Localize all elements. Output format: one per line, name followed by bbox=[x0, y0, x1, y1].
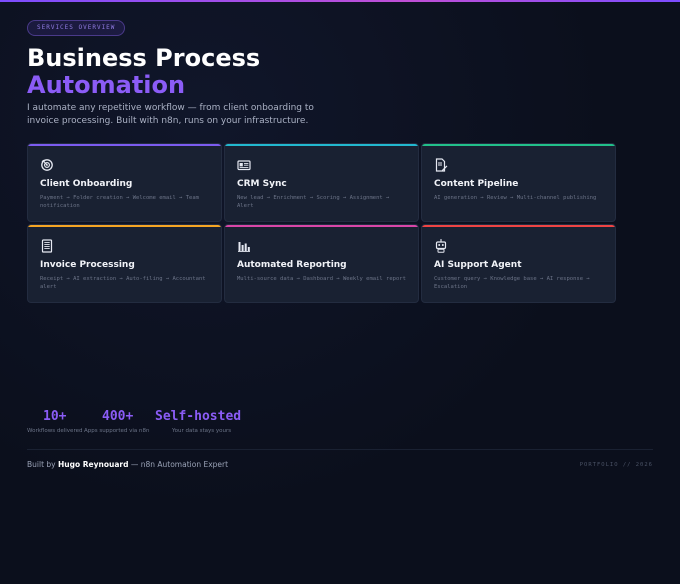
service-card-ai-support-agent[interactable]: AI Support Agent Customer query → Knowle… bbox=[421, 224, 616, 303]
service-desc: AI generation → Review → Multi-channel p… bbox=[434, 195, 597, 201]
service-card-automated-reporting[interactable]: Automated Reporting Multi-source data → … bbox=[224, 224, 419, 303]
footer-suffix: — n8n Automation Expert bbox=[130, 460, 229, 469]
robot-icon bbox=[434, 239, 448, 253]
receipt-icon bbox=[40, 239, 54, 253]
stat-value-workflows: 10+ bbox=[43, 409, 67, 424]
section-badge: SERVICES OVERVIEW bbox=[27, 20, 126, 36]
service-name: AI Support Agent bbox=[434, 260, 522, 270]
service-name: Automated Reporting bbox=[237, 260, 347, 270]
stat-value-apps: 400+ bbox=[102, 409, 134, 424]
service-card-crm-sync[interactable]: CRM Sync New lead → Enrichment → Scoring… bbox=[224, 143, 419, 222]
service-name: Content Pipeline bbox=[434, 179, 519, 189]
stat-label-workflows: Workflows delivered bbox=[27, 428, 83, 434]
services-grid: Client Onboarding Payment → Folder creat… bbox=[27, 143, 616, 303]
page-title-accent: Automation bbox=[27, 71, 186, 99]
service-desc: Customer query → Knowledge base → AI res… bbox=[434, 276, 590, 290]
stat-label-apps: Apps supported via n8n bbox=[84, 428, 150, 434]
service-name: CRM Sync bbox=[237, 179, 287, 189]
document-edit-icon bbox=[434, 158, 448, 172]
page-title-line1: Business Process bbox=[27, 44, 261, 72]
id-card-icon bbox=[237, 158, 251, 172]
service-card-content-pipeline[interactable]: Content Pipeline AI generation → Review … bbox=[421, 143, 616, 222]
top-accent-bar bbox=[0, 0, 680, 2]
footer-author: Hugo Reynouard bbox=[57, 460, 129, 469]
service-name: Invoice Processing bbox=[40, 260, 135, 270]
stat-label-hosting: Your data stays yours bbox=[172, 428, 232, 434]
page-title: Business Process Automation bbox=[27, 45, 260, 99]
service-card-invoice-processing[interactable]: Invoice Processing Receipt → AI extracti… bbox=[27, 224, 222, 303]
footer-portfolio-label: PORTFOLIO // 2026 bbox=[579, 462, 653, 468]
page-subtitle: I automate any repetitive workflow — fro… bbox=[27, 103, 314, 126]
bar-chart-icon bbox=[237, 239, 251, 253]
target-icon bbox=[40, 158, 54, 172]
service-desc: Receipt → AI extraction → Auto-filing → … bbox=[40, 276, 206, 290]
stat-value-hosting: Self-hosted bbox=[155, 409, 242, 424]
service-desc: Multi-source data → Dashboard → Weekly e… bbox=[237, 276, 406, 282]
footer-prefix: Built by bbox=[27, 460, 56, 469]
footer-divider bbox=[27, 449, 653, 450]
footer-credit: Built by Hugo Reynouard — n8n Automation… bbox=[27, 460, 228, 469]
service-desc: Payment → Folder creation → Welcome emai… bbox=[40, 195, 199, 209]
service-card-client-onboarding[interactable]: Client Onboarding Payment → Folder creat… bbox=[27, 143, 222, 222]
service-desc: New lead → Enrichment → Scoring → Assign… bbox=[237, 195, 390, 209]
service-name: Client Onboarding bbox=[40, 179, 133, 189]
